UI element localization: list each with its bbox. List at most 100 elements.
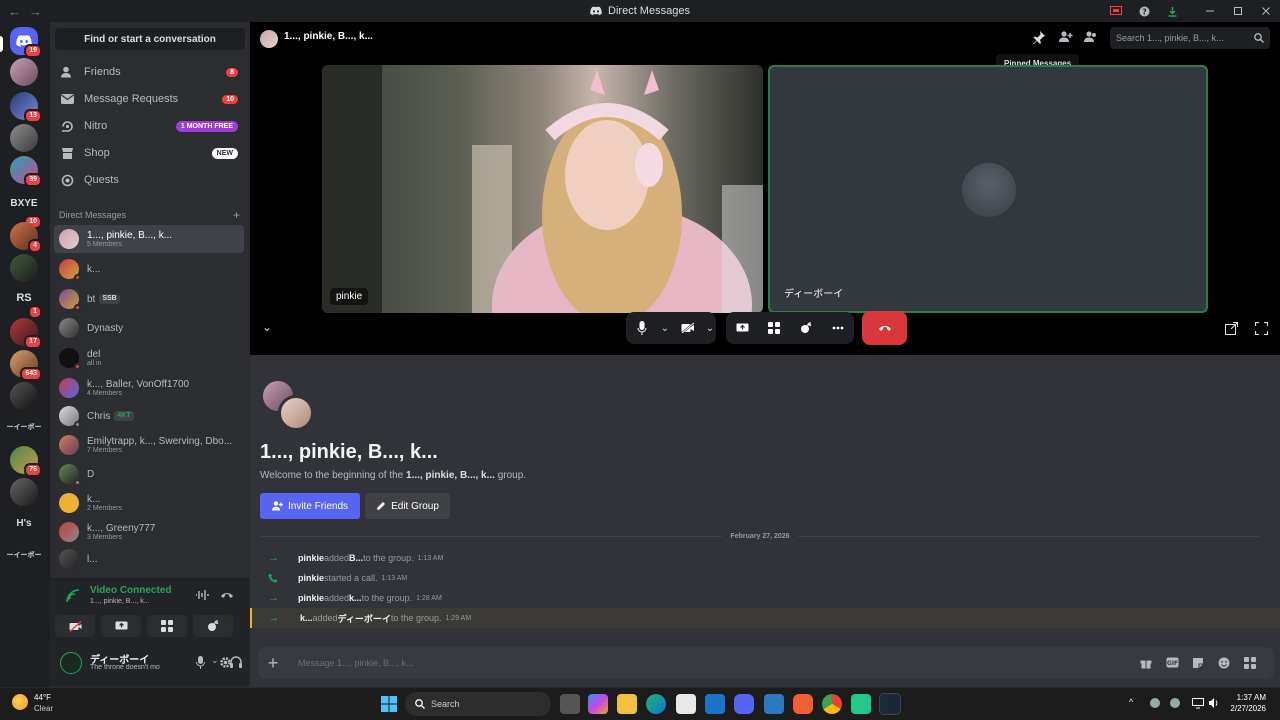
server-label[interactable]: ーイーボー — [6, 550, 42, 560]
nav-quests[interactable]: Quests — [54, 168, 244, 192]
download-icon[interactable] — [1158, 0, 1186, 22]
discord-taskbar-icon[interactable] — [734, 694, 754, 714]
screen-share-icon[interactable] — [1102, 0, 1130, 22]
windows-start-icon[interactable] — [381, 696, 397, 712]
dm-item[interactable]: k..., Greeny777 3 Members — [54, 518, 244, 546]
forward-button[interactable]: → — [29, 4, 42, 19]
sticker-icon[interactable] — [1192, 657, 1204, 669]
weather-moon-icon[interactable] — [12, 694, 28, 710]
minimize-icon[interactable] — [1196, 0, 1224, 22]
dm-item[interactable]: del all in — [54, 344, 244, 372]
edit-group-button[interactable]: Edit Group — [365, 493, 450, 519]
screen-share-button[interactable] — [101, 615, 141, 637]
pin-icon[interactable] — [1032, 30, 1046, 44]
video-tile-speaker[interactable]: ディーボーイ — [768, 65, 1208, 313]
server-label[interactable]: H's — [6, 518, 42, 529]
server-icon[interactable]: 643 — [10, 350, 42, 381]
emoji-icon[interactable] — [1218, 657, 1230, 669]
microphone-icon[interactable] — [196, 656, 205, 669]
message-target[interactable]: ディーボーイ — [338, 612, 391, 625]
server-icon[interactable]: 13 — [10, 92, 42, 123]
find-conversation-button[interactable]: Find or start a conversation — [55, 28, 245, 50]
create-dm-button[interactable]: + — [233, 208, 240, 222]
gift-icon[interactable] — [1140, 657, 1152, 669]
nav-shop[interactable]: Shop NEW — [54, 141, 244, 165]
message-target[interactable]: k... — [349, 593, 362, 603]
tray-icon[interactable] — [1150, 698, 1160, 708]
dm-item[interactable]: D — [54, 460, 244, 488]
volume-icon[interactable] — [1208, 697, 1220, 709]
server-icon[interactable]: 17 — [10, 318, 42, 349]
dm-item[interactable]: l... — [54, 548, 244, 570]
message-author[interactable]: k... — [300, 613, 313, 623]
server-icon[interactable]: 76 — [10, 446, 42, 477]
video-tile-pinkie[interactable]: pinkie — [322, 65, 763, 313]
nav-friends[interactable]: Friends 8 — [54, 60, 244, 84]
clock-date[interactable]: 2/27/2026 — [1220, 704, 1266, 713]
add-friends-to-dm-icon[interactable] — [1059, 31, 1073, 43]
app-icon[interactable] — [793, 694, 813, 714]
soundboard-button[interactable] — [790, 312, 822, 344]
nav-nitro[interactable]: Nitro 1 MONTH FREE — [54, 114, 244, 138]
settings-gear-icon[interactable] — [219, 656, 232, 669]
server-icon[interactable] — [10, 124, 38, 152]
dm-item[interactable]: 1..., pinkie, B..., k... 5 Members — [54, 225, 244, 253]
dm-item[interactable]: k... — [54, 255, 244, 283]
dm-item[interactable]: Emilytrapp, k..., Swerving, Dbo... 7 Memb… — [54, 431, 244, 459]
server-icon[interactable]: 39 — [10, 156, 42, 187]
search-input[interactable]: Search 1..., pinkie, B..., k... — [1110, 27, 1270, 49]
chevron-down-icon[interactable]: ⌄ — [704, 312, 716, 344]
screen-share-button[interactable] — [726, 312, 758, 344]
dm-item[interactable]: k..., Baller, VonOff1700 4 Members — [54, 374, 244, 402]
dm-item[interactable]: bt SSB — [54, 285, 244, 313]
photos-icon[interactable] — [764, 694, 784, 714]
voice-status[interactable]: Video Connected — [90, 585, 172, 596]
nav-message-requests[interactable]: Message Requests 10 — [54, 87, 244, 111]
tray-overflow-icon[interactable]: ^ — [1129, 697, 1133, 707]
maximize-icon[interactable] — [1224, 0, 1252, 22]
collapse-chevron-icon[interactable]: ⌄ — [262, 320, 272, 334]
task-view-icon[interactable] — [560, 694, 580, 714]
chevron-down-icon[interactable]: ⌄ — [211, 655, 219, 666]
hang-up-button[interactable] — [862, 311, 907, 345]
more-options-button[interactable] — [822, 312, 854, 344]
soundboard-button[interactable] — [193, 615, 233, 637]
server-icon[interactable] — [10, 58, 38, 86]
network-icon[interactable] — [1192, 697, 1204, 709]
invite-friends-button[interactable]: Invite Friends — [260, 493, 360, 519]
message-author[interactable]: pinkie — [298, 553, 324, 563]
tray-icon[interactable] — [1170, 698, 1180, 708]
copilot-icon[interactable] — [588, 694, 608, 714]
message-author[interactable]: pinkie — [298, 593, 324, 603]
fullscreen-icon[interactable] — [1255, 322, 1268, 335]
camera-toggle-button[interactable] — [672, 312, 704, 344]
popout-icon[interactable] — [1225, 322, 1238, 335]
gif-icon[interactable]: GIF — [1166, 657, 1179, 668]
weather-temp[interactable]: 44°F — [34, 693, 51, 702]
store-icon[interactable] — [676, 694, 696, 714]
message-target[interactable]: B... — [349, 553, 363, 563]
taskbar-search[interactable]: Search — [405, 692, 551, 716]
attach-plus-icon[interactable]: + — [258, 647, 288, 679]
disconnect-icon[interactable] — [220, 589, 234, 601]
dm-item[interactable]: Dynasty — [54, 314, 244, 342]
chrome-icon[interactable] — [822, 694, 842, 714]
close-icon[interactable] — [1252, 0, 1280, 22]
server-label[interactable]: ーイーボー — [6, 422, 42, 432]
apps-icon[interactable] — [1244, 657, 1256, 669]
dm-item[interactable]: Chris 4KT — [54, 402, 244, 430]
server-icon[interactable]: 1 — [10, 288, 42, 319]
dm-item[interactable]: k... 2 Members — [54, 489, 244, 517]
message-author[interactable]: pinkie — [298, 573, 324, 583]
server-icon[interactable] — [10, 254, 38, 282]
camera-button[interactable] — [55, 615, 95, 637]
voice-channel[interactable]: 1..., pinkie, B..., k... — [90, 598, 150, 605]
help-icon[interactable]: ? — [1130, 0, 1158, 22]
message-composer[interactable]: + Message 1..., pinkie, B..., k... GIF — [258, 647, 1274, 679]
server-icon[interactable] — [10, 478, 38, 506]
mute-button[interactable] — [626, 312, 658, 344]
file-explorer-icon[interactable] — [617, 694, 637, 714]
home-button[interactable]: 19 — [10, 27, 42, 58]
member-list-icon[interactable] — [1084, 31, 1098, 43]
outlook-icon[interactable] — [705, 694, 725, 714]
